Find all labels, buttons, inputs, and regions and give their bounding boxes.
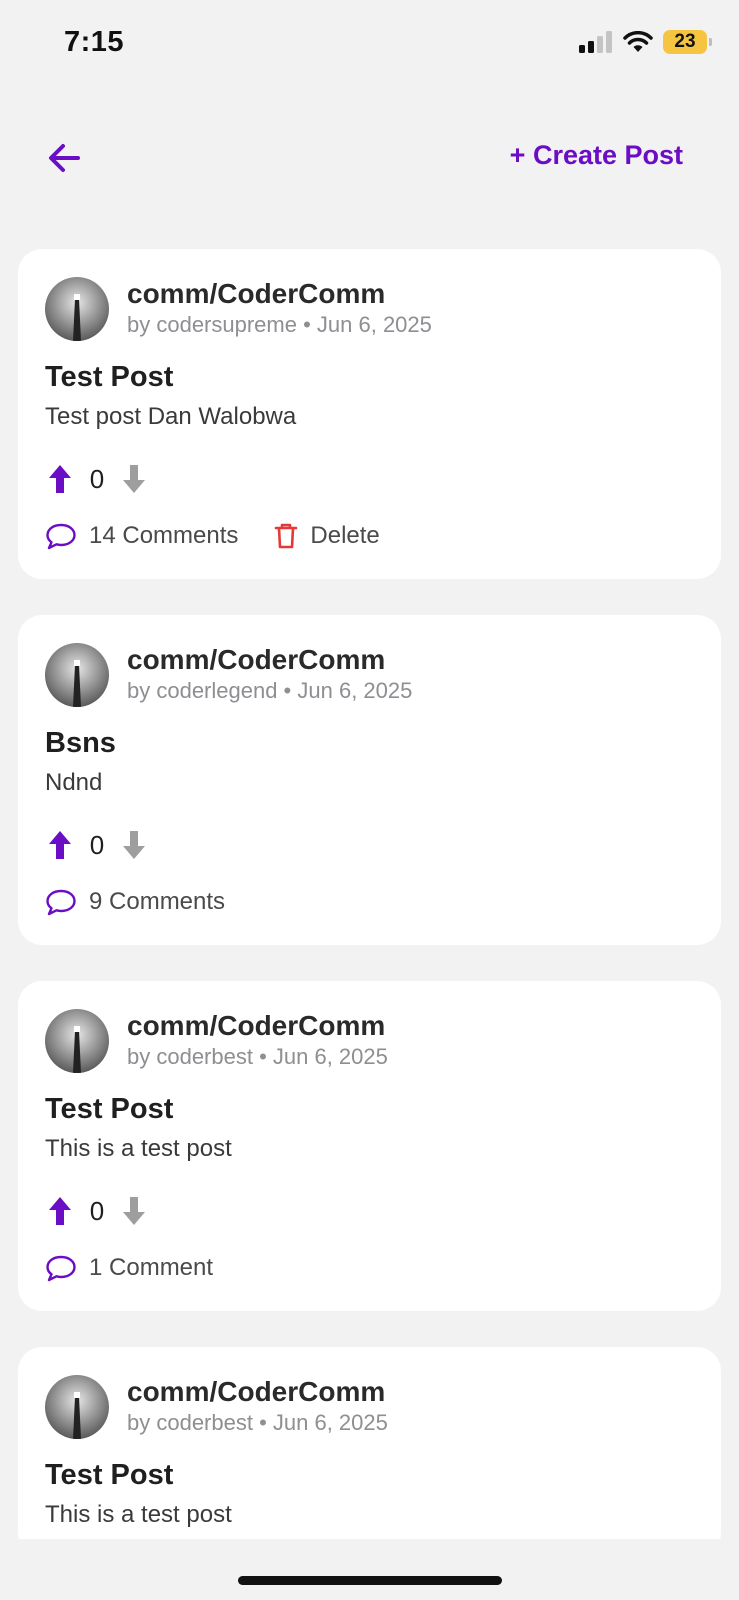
wifi-icon xyxy=(623,31,653,52)
post-meta: by coderbest • Jun 6, 2025 xyxy=(127,1410,388,1435)
post-card[interactable]: comm/CoderComm by coderbest • Jun 6, 202… xyxy=(18,1347,721,1539)
upvote-button[interactable] xyxy=(45,1195,75,1227)
downvote-button[interactable] xyxy=(119,1195,149,1227)
community-name[interactable]: comm/CoderComm xyxy=(127,278,432,310)
home-indicator xyxy=(238,1576,502,1585)
post-header: comm/CoderComm by codersupreme • Jun 6, … xyxy=(45,277,694,341)
community-avatar[interactable] xyxy=(45,277,109,341)
back-button[interactable] xyxy=(44,138,84,178)
post-title: Test Post xyxy=(45,1459,174,1491)
post-card[interactable]: comm/CoderComm by coderlegend • Jun 6, 2… xyxy=(18,615,721,945)
post-title: Test Post xyxy=(45,361,174,393)
comment-bubble-icon xyxy=(46,889,76,916)
action-row: 1 Comment xyxy=(45,1251,694,1285)
vote-row: 0 xyxy=(45,827,694,863)
comments-button[interactable]: 14 Comments xyxy=(45,522,238,550)
post-meta: by coderbest • Jun 6, 2025 xyxy=(127,1044,388,1069)
status-icons: 23 xyxy=(579,30,712,54)
community-avatar[interactable] xyxy=(45,1375,109,1439)
community-name[interactable]: comm/CoderComm xyxy=(127,1010,388,1042)
status-time: 7:15 xyxy=(64,26,125,58)
lighthouse-avatar-icon xyxy=(45,277,109,341)
upvote-button[interactable] xyxy=(45,463,75,495)
post-card[interactable]: comm/CoderComm by codersupreme • Jun 6, … xyxy=(18,249,721,579)
community-avatar[interactable] xyxy=(45,1009,109,1073)
post-body: This is a test post xyxy=(45,1501,232,1528)
community-name[interactable]: comm/CoderComm xyxy=(127,644,412,676)
lighthouse-avatar-icon xyxy=(45,1009,109,1073)
top-nav: + Create Post xyxy=(0,130,739,190)
action-row: 14 Comments Delete xyxy=(45,519,694,553)
arrow-up-icon xyxy=(49,1197,71,1225)
post-header: comm/CoderComm by coderlegend • Jun 6, 2… xyxy=(45,643,694,707)
vote-row: 0 xyxy=(45,1193,694,1229)
community-name[interactable]: comm/CoderComm xyxy=(127,1376,388,1408)
vote-count: 0 xyxy=(89,463,105,494)
comments-count: 9 Comments xyxy=(89,888,226,915)
post-header: comm/CoderComm by coderbest • Jun 6, 202… xyxy=(45,1009,694,1073)
arrow-down-icon xyxy=(123,465,145,493)
lighthouse-avatar-icon xyxy=(45,1375,109,1439)
post-body: Ndnd xyxy=(45,769,103,796)
comments-count: 1 Comment xyxy=(89,1254,214,1281)
comment-bubble-icon xyxy=(46,1255,76,1282)
arrow-down-icon xyxy=(123,831,145,859)
status-bar: 7:15 23 xyxy=(0,0,739,90)
post-meta: by codersupreme • Jun 6, 2025 xyxy=(127,312,432,337)
arrow-left-icon xyxy=(49,144,80,172)
community-avatar[interactable] xyxy=(45,643,109,707)
trash-icon xyxy=(275,523,298,549)
comments-count: 14 Comments xyxy=(89,522,239,549)
post-title: Test Post xyxy=(45,1093,174,1125)
arrow-down-icon xyxy=(123,1197,145,1225)
arrow-up-icon xyxy=(49,465,71,493)
create-post-button[interactable]: + Create Post xyxy=(510,140,683,171)
arrow-up-icon xyxy=(49,831,71,859)
post-body: Test post Dan Walobwa xyxy=(45,403,297,430)
comment-bubble-icon xyxy=(46,523,76,550)
post-body: This is a test post xyxy=(45,1135,232,1162)
battery-indicator: 23 xyxy=(663,30,712,54)
battery-level: 23 xyxy=(674,31,696,52)
comments-button[interactable]: 9 Comments xyxy=(45,888,225,916)
post-title: Bsns xyxy=(45,727,116,759)
vote-count: 0 xyxy=(89,829,105,860)
delete-button[interactable]: Delete xyxy=(274,522,380,550)
lighthouse-avatar-icon xyxy=(45,643,109,707)
post-meta: by coderlegend • Jun 6, 2025 xyxy=(127,678,413,703)
downvote-button[interactable] xyxy=(119,829,149,861)
downvote-button[interactable] xyxy=(119,463,149,495)
upvote-button[interactable] xyxy=(45,829,75,861)
vote-row: 0 xyxy=(45,461,694,497)
post-header: comm/CoderComm by coderbest • Jun 6, 202… xyxy=(45,1375,694,1439)
action-row: 9 Comments xyxy=(45,885,694,919)
vote-count: 0 xyxy=(89,1195,105,1226)
signal-icon xyxy=(579,31,612,53)
post-feed: comm/CoderComm by codersupreme • Jun 6, … xyxy=(18,249,721,1539)
post-card[interactable]: comm/CoderComm by coderbest • Jun 6, 202… xyxy=(18,981,721,1311)
delete-label: Delete xyxy=(310,522,380,549)
comments-button[interactable]: 1 Comment xyxy=(45,1254,213,1282)
